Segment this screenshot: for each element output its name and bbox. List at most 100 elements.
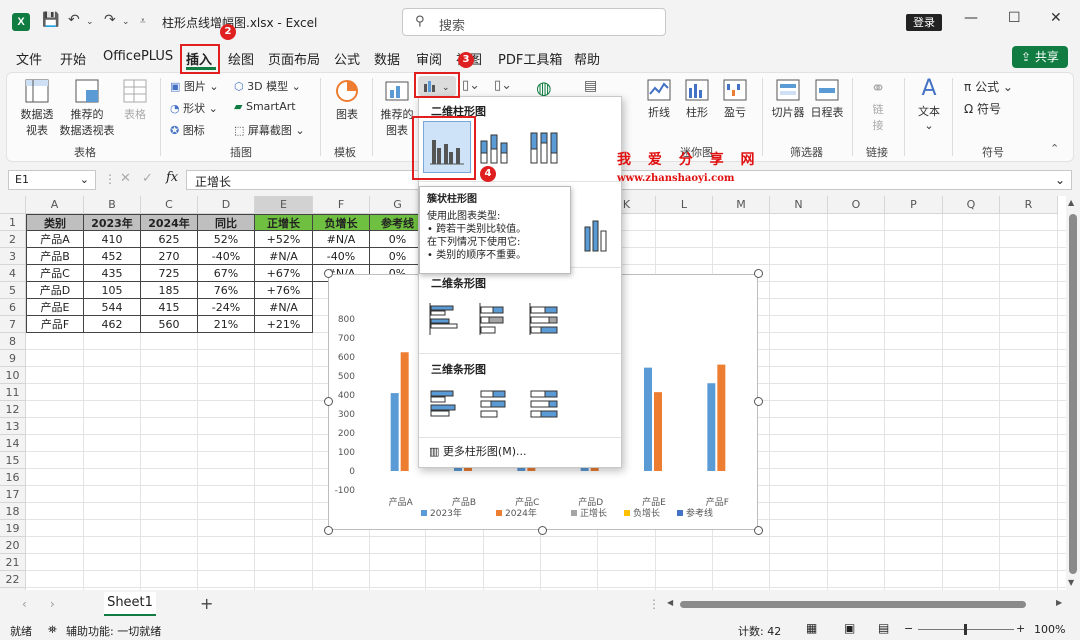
column-header-A[interactable]: A	[26, 196, 84, 214]
header-cell[interactable]: 同比	[198, 214, 255, 231]
row-header-12[interactable]: 12	[0, 401, 26, 418]
more-column-charts-button[interactable]: ▥ 更多柱形图(M)...	[429, 443, 526, 459]
3d-column-option[interactable]	[581, 215, 617, 258]
tab-draw[interactable]: 绘图	[228, 49, 254, 68]
row-header-15[interactable]: 15	[0, 452, 26, 469]
row-header-21[interactable]: 21	[0, 554, 26, 571]
table-cell[interactable]: +52%	[255, 231, 313, 248]
equation-button[interactable]: π 公式 ⌄	[964, 78, 1013, 95]
name-box-dropdown-icon[interactable]: ⌄	[80, 173, 89, 186]
row-header-19[interactable]: 19	[0, 520, 26, 537]
table-cell[interactable]: #N/A	[313, 231, 370, 248]
tab-review[interactable]: 审阅	[416, 49, 442, 68]
tab-help[interactable]: 帮助	[574, 49, 600, 68]
expand-formula-icon[interactable]: ⌄	[1055, 173, 1065, 187]
row-header-2[interactable]: 2	[0, 231, 26, 248]
scroll-right-icon[interactable]: ▶	[1056, 598, 1062, 607]
table-cell[interactable]: +76%	[255, 282, 313, 299]
slicer-button[interactable]: 切片器	[770, 78, 806, 120]
horizontal-scroll-thumb[interactable]	[680, 601, 1026, 608]
stacked-column-option[interactable]	[477, 127, 513, 170]
zoom-level[interactable]: 100%	[1034, 623, 1065, 636]
undo-icon[interactable]: ↶	[68, 12, 80, 28]
table-cell[interactable]: 560	[141, 316, 198, 333]
table-cell[interactable]: 52%	[198, 231, 255, 248]
smartart-button[interactable]: ▰ SmartArt	[234, 100, 296, 113]
column-header-L[interactable]: L	[656, 196, 713, 214]
chart-template-button[interactable]: 图表	[330, 78, 364, 122]
column-header-E[interactable]: E	[255, 196, 313, 214]
redo-dropdown-icon[interactable]: ⌄	[122, 17, 130, 27]
100-stacked-bar-option[interactable]	[527, 301, 563, 340]
redo-icon[interactable]: ↷	[104, 12, 116, 28]
column-header-Q[interactable]: Q	[943, 196, 1000, 214]
column-header-M[interactable]: M	[713, 196, 770, 214]
table-cell[interactable]: -40%	[313, 248, 370, 265]
resize-handle[interactable]	[754, 526, 763, 535]
table-button[interactable]: 表格	[118, 78, 152, 122]
search-input[interactable]: ⚲ 搜索	[402, 8, 666, 36]
recommended-pivot-button[interactable]: 推荐的 数据透视表	[58, 78, 116, 138]
row-header-13[interactable]: 13	[0, 418, 26, 435]
page-layout-view-icon[interactable]: ▣	[844, 621, 855, 635]
minimize-icon[interactable]: —	[964, 10, 978, 26]
table-cell[interactable]: +21%	[255, 316, 313, 333]
select-all-corner[interactable]	[0, 196, 26, 214]
column-header-N[interactable]: N	[770, 196, 828, 214]
column-header-P[interactable]: P	[885, 196, 943, 214]
header-cell[interactable]: 2024年	[141, 214, 198, 231]
scroll-down-icon[interactable]: ▼	[1068, 578, 1074, 587]
sparkline-winloss-button[interactable]: 盈亏	[720, 78, 750, 120]
column-header-O[interactable]: O	[828, 196, 885, 214]
table-cell[interactable]: 415	[141, 299, 198, 316]
table-cell[interactable]: 产品F	[26, 316, 84, 333]
zoom-out-icon[interactable]: −	[904, 622, 913, 635]
table-cell[interactable]: 544	[84, 299, 141, 316]
clustered-bar-option[interactable]	[427, 301, 463, 340]
3d-100-stacked-bar-option[interactable]	[527, 385, 563, 424]
timeline-button[interactable]: 日程表	[808, 78, 846, 120]
table-cell[interactable]: 270	[141, 248, 198, 265]
header-cell[interactable]: 类别	[26, 214, 84, 231]
table-cell[interactable]: 产品C	[26, 265, 84, 282]
row-header-18[interactable]: 18	[0, 503, 26, 520]
more-tabs-icon[interactable]: ⋮	[648, 597, 660, 611]
row-header-16[interactable]: 16	[0, 469, 26, 486]
picture-button[interactable]: ▣ 图片 ⌄	[170, 78, 219, 94]
normal-view-icon[interactable]: ▦	[806, 621, 817, 635]
text-button[interactable]: A 文本 ⌄	[914, 76, 944, 132]
tab-formulas[interactable]: 公式	[334, 49, 360, 68]
screenshot-button[interactable]: ⬚ 屏幕截图 ⌄	[234, 122, 305, 138]
share-button[interactable]: ⇪ 共享	[1012, 46, 1068, 68]
row-header-7[interactable]: 7	[0, 316, 26, 333]
pivot-chart-icon[interactable]: ▤	[584, 78, 597, 94]
resize-handle[interactable]	[324, 269, 333, 278]
3d-clustered-bar-option[interactable]	[427, 385, 463, 424]
row-header-9[interactable]: 9	[0, 350, 26, 367]
pie-chart-gallery-icon[interactable]: ▯⌄	[494, 78, 512, 93]
column-header-R[interactable]: R	[1000, 196, 1058, 214]
resize-handle[interactable]	[754, 397, 763, 406]
resize-handle[interactable]	[754, 269, 763, 278]
scroll-left-icon[interactable]: ◀	[667, 598, 673, 607]
row-header-22[interactable]: 22	[0, 571, 26, 588]
table-cell[interactable]: 462	[84, 316, 141, 333]
save-icon[interactable]: 💾	[42, 12, 59, 28]
collapse-ribbon-icon[interactable]: ⌃	[1050, 142, 1059, 155]
recommended-charts-button[interactable]: 推荐的 图表	[378, 78, 416, 138]
symbol-button[interactable]: Ω 符号	[964, 100, 1001, 117]
header-cell[interactable]: 负增长	[313, 214, 370, 231]
tab-officeplus[interactable]: OfficePLUS	[103, 49, 173, 64]
header-cell[interactable]: 正增长	[255, 214, 313, 231]
column-header-F[interactable]: F	[313, 196, 370, 214]
undo-dropdown-icon[interactable]: ⌄	[86, 17, 94, 27]
tab-data[interactable]: 数据	[374, 49, 400, 68]
tab-home[interactable]: 开始	[60, 49, 86, 68]
table-cell[interactable]: 产品E	[26, 299, 84, 316]
column-header-B[interactable]: B	[84, 196, 141, 214]
sparkline-line-button[interactable]: 折线	[644, 78, 674, 120]
column-header-C[interactable]: C	[141, 196, 198, 214]
row-header-6[interactable]: 6	[0, 299, 26, 316]
table-cell[interactable]: 625	[141, 231, 198, 248]
table-cell[interactable]: #N/A	[255, 299, 313, 316]
